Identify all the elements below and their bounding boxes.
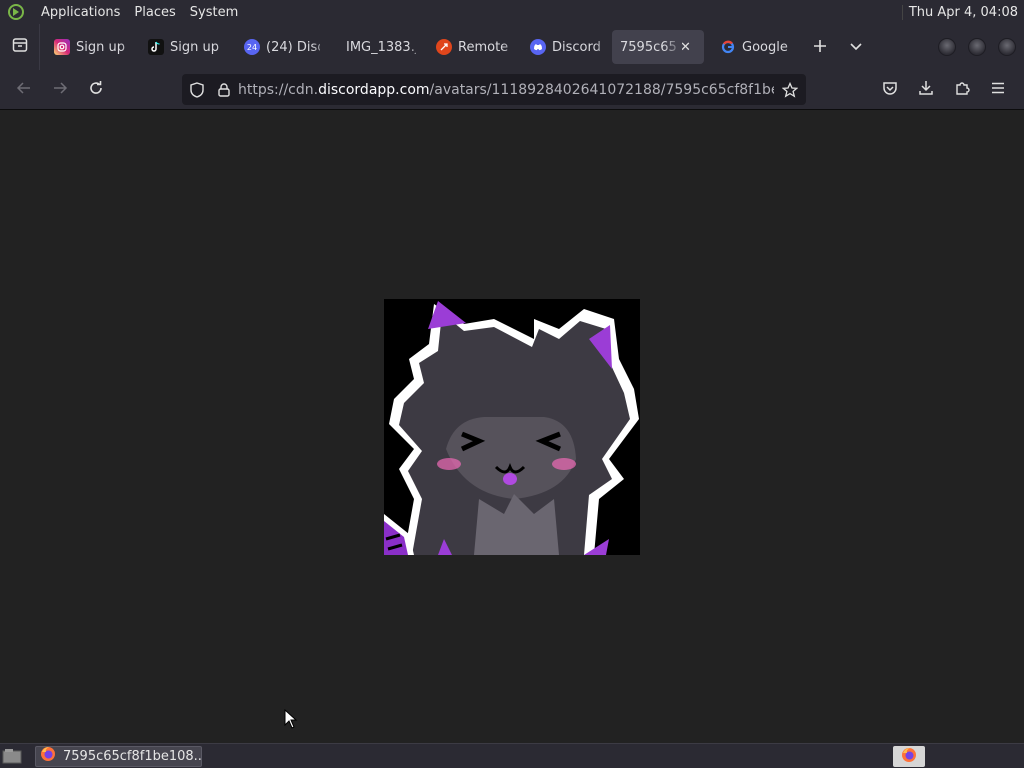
back-button[interactable] [6, 74, 42, 106]
google-icon [720, 39, 736, 55]
firefox-icon [40, 747, 56, 766]
remote-icon [436, 39, 452, 55]
tab-strip: Sign up Sign up 24 (24) Disc IMG_1383.jp… [0, 24, 1024, 70]
app-menu-button[interactable] [980, 74, 1016, 106]
mouse-cursor-icon [284, 708, 298, 729]
hamburger-menu-icon [990, 80, 1006, 100]
download-icon [918, 80, 934, 100]
top-panel: Applications Places System Thu Apr 4, 04… [0, 0, 1024, 24]
firefox-view-icon [12, 37, 28, 57]
menu-places[interactable]: Places [127, 5, 182, 20]
bookmark-star-icon[interactable] [774, 81, 806, 98]
firefox-view-button[interactable] [0, 24, 40, 70]
url-prefix: https://cdn. [238, 81, 319, 98]
firefox-icon [901, 747, 917, 767]
taskbar-window-title: 7595c65cf8f1be108... [63, 748, 202, 764]
puzzle-piece-icon [954, 80, 970, 100]
url-bar[interactable]: https://cdn.discordapp.com/avatars/11189… [182, 74, 806, 105]
extensions-button[interactable] [944, 74, 980, 106]
instagram-icon [54, 39, 70, 55]
avatar-image[interactable] [384, 299, 640, 555]
cat-character-illustration-icon [384, 299, 640, 555]
taskbar-window-firefox[interactable]: 7595c65cf8f1be108... [35, 745, 202, 767]
tab-google[interactable]: Google L [710, 30, 802, 64]
tiktok-icon [148, 39, 164, 55]
distro-logo-icon[interactable] [6, 2, 26, 22]
maximize-button[interactable] [968, 38, 986, 56]
taskbar: 7595c65cf8f1be108... [0, 743, 1024, 768]
window-controls [938, 38, 1016, 56]
downloads-button[interactable] [908, 74, 944, 106]
tab-label: IMG_1383.jp [346, 39, 416, 55]
show-desktop-icon[interactable] [2, 748, 22, 764]
toolbar-right [872, 74, 1016, 106]
forward-button[interactable] [42, 74, 78, 106]
tab-tiktok[interactable]: Sign up [138, 30, 234, 64]
plus-icon [813, 37, 827, 58]
image-viewer-content [0, 110, 1024, 743]
tab-instagram[interactable]: Sign up [44, 30, 138, 64]
navigation-bar: https://cdn.discordapp.com/avatars/11189… [0, 70, 1024, 110]
url-domain: discordapp.com [318, 81, 430, 98]
forward-arrow-icon [52, 80, 68, 100]
tab-discord[interactable]: Discord [520, 30, 612, 64]
tab-label: Remote [458, 39, 509, 55]
url-text[interactable]: https://cdn.discordapp.com/avatars/11189… [238, 82, 774, 98]
reload-icon [88, 80, 104, 100]
menu-applications[interactable]: Applications [34, 5, 127, 20]
menu-system[interactable]: System [183, 5, 245, 20]
workspace-switcher-firefox[interactable] [893, 746, 925, 767]
notification-24-icon: 24 [244, 39, 260, 55]
new-tab-button[interactable] [802, 30, 838, 64]
discord-icon [530, 39, 546, 55]
tab-remote[interactable]: Remote [426, 30, 520, 64]
tab-discord-notifications[interactable]: 24 (24) Disc [234, 30, 330, 64]
chevron-down-icon [849, 37, 863, 58]
tab-label: Sign up [170, 39, 219, 55]
back-arrow-icon [16, 80, 32, 100]
pocket-button[interactable] [872, 74, 908, 106]
lock-icon[interactable] [212, 82, 236, 97]
url-path: /avatars/1118928402641072188/7595c65cf8f… [429, 81, 774, 98]
tab-image[interactable]: IMG_1383.jp [330, 30, 426, 64]
tab-avatar-active[interactable]: 7595c65c ✕ [612, 30, 704, 64]
clock[interactable]: Thu Apr 4, 04:08 [901, 4, 1024, 20]
minimize-button[interactable] [938, 38, 956, 56]
tracking-protection-shield-icon[interactable] [182, 81, 212, 98]
pocket-icon [882, 80, 898, 100]
list-all-tabs-button[interactable] [838, 30, 874, 64]
close-window-button[interactable] [998, 38, 1016, 56]
tab-label: Sign up [76, 39, 125, 55]
reload-button[interactable] [78, 74, 114, 106]
